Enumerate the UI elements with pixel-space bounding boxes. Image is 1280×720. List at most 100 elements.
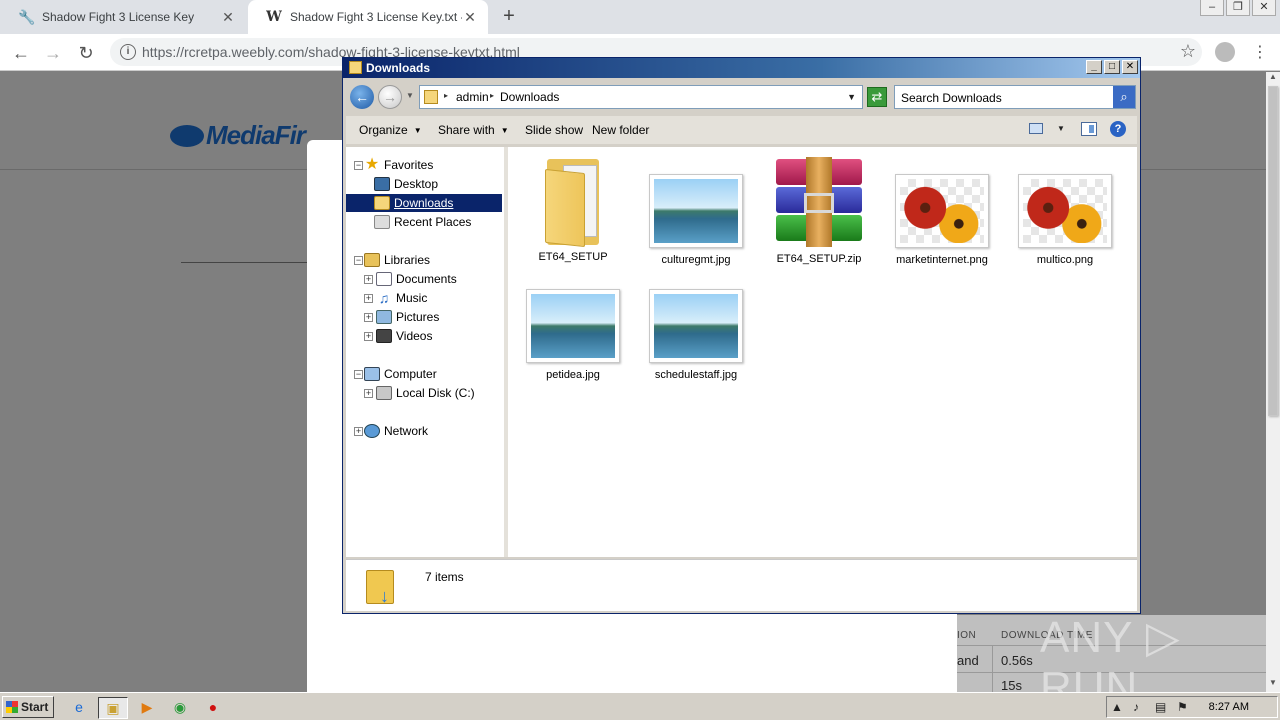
start-button[interactable]: Start xyxy=(2,696,54,718)
scroll-thumb[interactable] xyxy=(1268,86,1278,416)
history-dropdown-icon[interactable]: ▼ xyxy=(406,91,414,100)
file-item[interactable]: culturegmt.jpg xyxy=(640,174,752,266)
file-item[interactable]: marketinternet.png xyxy=(886,174,998,266)
search-input[interactable]: Search Downloads ⌕ xyxy=(894,85,1136,109)
close-icon[interactable]: ✕ xyxy=(1122,60,1138,74)
profile-avatar-icon[interactable] xyxy=(1215,42,1235,62)
expand-icon[interactable]: + xyxy=(354,427,363,436)
nav-pictures[interactable]: Pictures xyxy=(376,308,439,326)
nav-downloads[interactable]: Downloads xyxy=(346,194,502,212)
file-item[interactable]: ET64_SETUP xyxy=(517,153,629,263)
info-icon[interactable]: i xyxy=(120,44,136,60)
search-icon[interactable]: ⌕ xyxy=(1113,86,1135,108)
clock[interactable]: 8:27 AM xyxy=(1209,701,1249,713)
network-icon xyxy=(364,424,380,438)
image-thumbnail xyxy=(526,289,620,363)
bookmark-star-icon[interactable]: ☆ xyxy=(1180,41,1196,62)
breadcrumb[interactable]: ▸ admin ▸ Downloads ▼ xyxy=(419,85,863,109)
nav-documents[interactable]: Documents xyxy=(376,270,457,288)
forward-arrow-icon[interactable]: → xyxy=(42,42,64,64)
tab-shadow-fight-license-key[interactable]: 🔧 Shadow Fight 3 License Key ✕ xyxy=(0,0,246,34)
nav-desktop[interactable]: Desktop xyxy=(374,175,438,193)
preview-pane-icon[interactable] xyxy=(1081,122,1097,136)
explorer-folder-icon[interactable]: ▣ xyxy=(98,697,128,719)
scroll-up-icon[interactable]: ▲ xyxy=(1266,72,1280,86)
file-item[interactable]: petidea.jpg xyxy=(517,289,629,381)
file-list: ET64_SETUP culturegmt.jpg ET64_SETUP.zip… xyxy=(508,147,1137,557)
file-name: ET64_SETUP xyxy=(538,251,608,263)
table-header: ION xyxy=(957,630,977,641)
nav-favorites[interactable]: ★ Favorites xyxy=(364,156,434,174)
page-scrollbar[interactable]: ▲ ▼ xyxy=(1266,72,1280,692)
nav-network[interactable]: Network xyxy=(364,422,428,440)
refresh-icon[interactable]: ⇄ xyxy=(867,87,887,107)
chevron-down-icon[interactable]: ▼ xyxy=(847,92,856,102)
expand-icon[interactable]: + xyxy=(364,389,373,398)
expand-icon[interactable]: + xyxy=(364,294,373,303)
opera-icon[interactable]: ● xyxy=(198,697,228,719)
wrench-icon: 🔧 xyxy=(18,9,36,25)
reload-icon[interactable]: ↻ xyxy=(75,42,97,64)
share-with-button[interactable]: Share with ▼ xyxy=(438,123,509,137)
navigation-pane: − ★ Favorites Desktop Downloads Recent Pl… xyxy=(346,147,504,557)
expand-icon[interactable]: + xyxy=(364,275,373,284)
maximize-icon[interactable]: □ xyxy=(1104,60,1120,74)
command-bar: Organize ▼ Share with ▼ Slide show New fol… xyxy=(346,116,1137,144)
forward-arrow-icon[interactable]: → xyxy=(378,85,402,109)
file-item[interactable]: multico.png xyxy=(1009,174,1121,266)
network-icon[interactable]: ▤ xyxy=(1155,700,1166,714)
tab-title: Shadow Fight 3 License Key xyxy=(42,10,195,24)
new-folder-button[interactable]: New folder xyxy=(592,123,649,137)
scroll-down-icon[interactable]: ▼ xyxy=(1266,678,1280,692)
file-name: petidea.jpg xyxy=(546,369,600,381)
chevron-right-icon[interactable]: ▸ xyxy=(490,91,494,100)
table-cell: 0.56s xyxy=(1001,653,1033,668)
back-arrow-icon[interactable]: ← xyxy=(350,85,374,109)
new-tab-button[interactable]: + xyxy=(499,6,519,26)
breadcrumb-item[interactable]: Downloads xyxy=(500,90,559,104)
nav-videos[interactable]: Videos xyxy=(376,327,432,345)
close-icon[interactable]: ✕ xyxy=(1252,0,1276,16)
organize-button[interactable]: Organize ▼ xyxy=(359,123,422,137)
menu-kebab-icon[interactable]: ⋮ xyxy=(1252,42,1268,62)
window-titlebar[interactable]: Downloads _ □ ✕ xyxy=(343,58,1140,78)
internet-explorer-icon[interactable]: e xyxy=(64,697,94,719)
volume-icon[interactable]: ♪ xyxy=(1133,700,1139,714)
expand-icon[interactable]: + xyxy=(364,313,373,322)
file-item[interactable]: schedulestaff.jpg xyxy=(640,289,752,381)
file-item[interactable]: ET64_SETUP.zip xyxy=(763,157,875,265)
divider xyxy=(181,262,307,263)
nav-libraries[interactable]: Libraries xyxy=(364,251,430,269)
breadcrumb-item[interactable]: admin xyxy=(456,90,489,104)
action-center-flag-icon[interactable]: ⚑ xyxy=(1177,700,1188,714)
view-icon[interactable] xyxy=(1029,123,1043,134)
nav-recent-places[interactable]: Recent Places xyxy=(374,213,471,231)
nav-music[interactable]: ♫ Music xyxy=(376,289,428,307)
libraries-icon xyxy=(364,253,380,267)
collapse-icon[interactable]: − xyxy=(354,256,363,265)
restore-icon[interactable]: ❐ xyxy=(1226,0,1250,16)
chevron-right-icon[interactable]: ▸ xyxy=(444,91,448,100)
computer-icon xyxy=(364,367,380,381)
tab-license-key-txt[interactable]: W Shadow Fight 3 License Key.txt - rcr ✕ xyxy=(248,0,488,34)
chevron-down-icon[interactable]: ▼ xyxy=(1057,124,1065,133)
item-count: 7 items xyxy=(425,570,464,584)
collapse-icon[interactable]: − xyxy=(354,161,363,170)
help-icon[interactable]: ? xyxy=(1110,121,1126,137)
minimize-icon[interactable]: – xyxy=(1200,0,1224,16)
minimize-icon[interactable]: _ xyxy=(1086,60,1102,74)
nav-local-disk[interactable]: Local Disk (C:) xyxy=(376,384,475,402)
file-name: multico.png xyxy=(1036,254,1094,266)
close-tab-icon[interactable]: ✕ xyxy=(462,9,478,26)
media-player-icon[interactable]: ▶ xyxy=(132,697,162,719)
back-arrow-icon[interactable]: ← xyxy=(10,42,32,64)
slide-show-button[interactable]: Slide show xyxy=(525,123,583,137)
table-cell: 15s xyxy=(1001,678,1022,693)
nav-computer[interactable]: Computer xyxy=(364,365,437,383)
folder-icon xyxy=(541,153,605,248)
chrome-icon[interactable]: ◉ xyxy=(165,697,195,719)
close-tab-icon[interactable]: ✕ xyxy=(220,9,236,26)
collapse-icon[interactable]: − xyxy=(354,370,363,379)
show-hidden-icons-icon[interactable]: ▲ xyxy=(1111,700,1123,714)
expand-icon[interactable]: + xyxy=(364,332,373,341)
